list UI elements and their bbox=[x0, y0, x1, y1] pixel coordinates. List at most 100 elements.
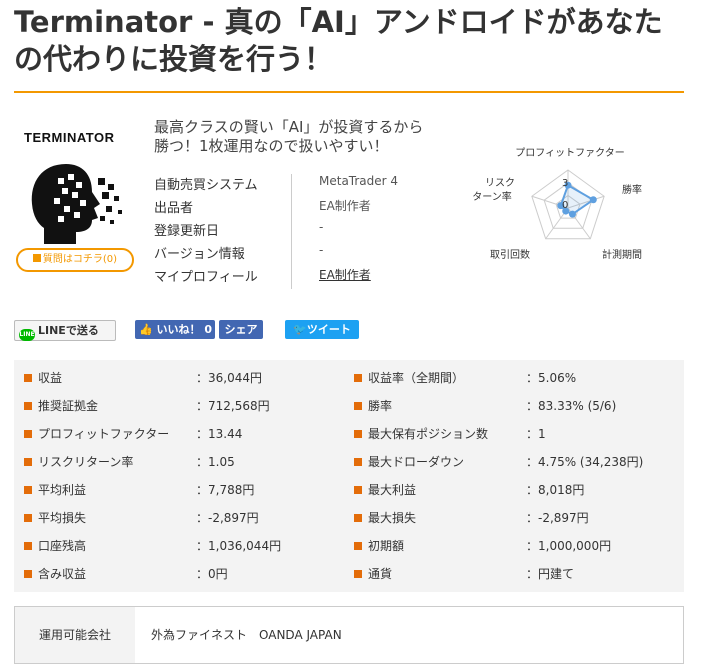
bullet-icon bbox=[354, 458, 362, 466]
stat-value: ：1 bbox=[526, 427, 546, 441]
info-value: MetaTrader 4 bbox=[291, 174, 398, 197]
question-button[interactable]: 質問はコチラ(0) bbox=[16, 248, 134, 272]
stat-value: ：712,568円 bbox=[196, 399, 270, 413]
radar-point bbox=[568, 210, 576, 218]
radar-axis-label: 計測期間 bbox=[602, 248, 642, 261]
facebook-share-button[interactable]: シェア bbox=[219, 320, 263, 339]
radar-axis-label: ターン率 bbox=[472, 190, 512, 203]
stat-label: 口座残高 bbox=[24, 538, 86, 554]
operator-label: 運用可能会社 bbox=[15, 607, 135, 663]
radar-axis-label: リスク bbox=[485, 177, 515, 189]
radar-point bbox=[589, 196, 597, 204]
stat-value: ：7,788円 bbox=[196, 483, 255, 497]
info-value: - bbox=[291, 243, 323, 266]
stat-label: 初期額 bbox=[354, 538, 404, 554]
stat-label: リスクリターン率 bbox=[24, 454, 133, 470]
info-label: マイプロフィール bbox=[154, 270, 258, 285]
stat-label: プロフィットファクター bbox=[24, 426, 169, 442]
radar-chart: 3 0 プロフィットファクター 勝率 計測期間 取引回数 リスク ターン率 bbox=[472, 147, 642, 261]
page-title: Terminator - 真の「AI」アンドロイドがあなた の代わりに投資を行う… bbox=[14, 4, 694, 78]
stat-label: 平均損失 bbox=[24, 510, 86, 526]
tweet-button[interactable]: 🐦ツイート bbox=[285, 320, 359, 339]
catch-copy: 最高クラスの賢い「AI」が投資するから 勝つ！1枚運用なので扱いやすい！ bbox=[154, 118, 474, 156]
info-row-profile: マイプロフィール EA制作者 bbox=[154, 266, 454, 289]
stat-value: ：5.06% bbox=[526, 371, 577, 385]
operator-value: 外為ファイネスト OANDA JAPAN bbox=[151, 628, 342, 642]
bullet-icon bbox=[24, 514, 32, 522]
info-value: - bbox=[291, 220, 323, 243]
question-button-label: 質問はコチラ(0) bbox=[42, 254, 118, 265]
bullet-icon bbox=[24, 486, 32, 494]
bullet-icon bbox=[354, 486, 362, 494]
twitter-icon: 🐦 bbox=[293, 323, 307, 336]
bullet-icon bbox=[24, 458, 32, 466]
radar-axis-label: 勝率 bbox=[622, 183, 642, 196]
bullet-icon bbox=[354, 374, 362, 382]
info-label: 登録更新日 bbox=[154, 224, 220, 239]
info-row-updated: 登録更新日 - bbox=[154, 220, 454, 243]
radar-scale-label: 3 bbox=[562, 178, 568, 189]
stat-label: 最大利益 bbox=[354, 482, 416, 498]
stat-value: ：円建て bbox=[526, 567, 575, 581]
stat-label: 含み収益 bbox=[24, 566, 86, 582]
bullet-icon bbox=[24, 570, 32, 578]
stat-label: 勝率 bbox=[354, 398, 392, 414]
like-label: いいね！ 0 bbox=[156, 323, 213, 336]
catch-line-1: 最高クラスの賢い「AI」が投資するから bbox=[154, 118, 424, 136]
radar-axis-label: 取引回数 bbox=[490, 248, 530, 261]
stat-label: 最大ドローダウン bbox=[354, 454, 464, 470]
info-label: バージョン情報 bbox=[154, 247, 245, 262]
stat-value: ：1,000,000円 bbox=[526, 539, 612, 553]
title-line-2: の代わりに投資を行う！ bbox=[14, 42, 334, 76]
radar-axis-label: プロフィットファクター bbox=[515, 147, 624, 159]
info-value: EA制作者 bbox=[291, 197, 371, 220]
bullet-icon bbox=[354, 542, 362, 550]
info-label: 自動売買システム bbox=[154, 178, 258, 193]
stat-label: 最大保有ポジション数 bbox=[354, 426, 488, 442]
stat-value: ：4.75% (34,238円) bbox=[526, 455, 644, 469]
stat-label: 平均利益 bbox=[24, 482, 86, 498]
thumbs-up-icon: 👍 bbox=[139, 323, 153, 336]
profile-link[interactable]: EA制作者 bbox=[291, 266, 371, 289]
catch-line-2: 勝つ！1枚運用なので扱いやすい！ bbox=[154, 137, 389, 155]
stat-label: 収益 bbox=[24, 370, 62, 386]
stat-label: 通貨 bbox=[354, 566, 392, 582]
title-line-1: Terminator - 真の「AI」アンドロイドがあなた bbox=[14, 5, 663, 39]
bullet-icon bbox=[354, 570, 362, 578]
stat-value: ：-2,897円 bbox=[526, 511, 589, 525]
bullet-icon bbox=[24, 542, 32, 550]
operator-box: 運用可能会社 外為ファイネスト OANDA JAPAN bbox=[14, 606, 684, 664]
stat-value: ：13.44 bbox=[196, 427, 243, 441]
facebook-like-button[interactable]: 👍 いいね！ 0 bbox=[135, 320, 215, 339]
stat-value: ：1.05 bbox=[196, 455, 235, 469]
stat-label: 収益率（全期間） bbox=[354, 370, 464, 386]
bullet-icon bbox=[354, 402, 362, 410]
product-info: 自動売買システム MetaTrader 4 出品者 EA制作者 登録更新日 - … bbox=[154, 174, 454, 289]
line-share-label: LINEで送る bbox=[38, 324, 99, 337]
stats-table: 収益 ：36,044円 収益率（全期間） ：5.06% 推奨証拠金 ：712,5… bbox=[14, 360, 684, 592]
stat-value: ：36,044円 bbox=[196, 371, 262, 385]
line-icon: LINE bbox=[19, 329, 35, 341]
info-row-system: 自動売買システム MetaTrader 4 bbox=[154, 174, 454, 197]
bullet-icon bbox=[24, 402, 32, 410]
tweet-label: ツイート bbox=[306, 323, 351, 336]
stat-label: 最大損失 bbox=[354, 510, 416, 526]
bullet-icon bbox=[24, 430, 32, 438]
stat-value: ：8,018円 bbox=[526, 483, 585, 497]
line-share-button[interactable]: LINE LINEで送る bbox=[14, 320, 116, 341]
bullet-icon bbox=[354, 430, 362, 438]
stat-value: ：83.33% (5/6) bbox=[526, 399, 617, 413]
question-icon bbox=[32, 254, 41, 262]
radar-scale-label: 0 bbox=[562, 200, 568, 211]
info-row-seller: 出品者 EA制作者 bbox=[154, 197, 454, 220]
bullet-icon bbox=[354, 514, 362, 522]
title-divider bbox=[14, 91, 684, 93]
stat-value: ：-2,897円 bbox=[196, 511, 259, 525]
info-label: 出品者 bbox=[154, 201, 194, 216]
stat-label: 推奨証拠金 bbox=[24, 398, 98, 414]
stat-value: ：1,036,044円 bbox=[196, 539, 282, 553]
stat-value: ：0円 bbox=[196, 567, 228, 581]
bullet-icon bbox=[24, 374, 32, 382]
info-row-version: バージョン情報 - bbox=[154, 243, 454, 266]
logo-wordmark: TERMINATOR bbox=[24, 130, 115, 145]
